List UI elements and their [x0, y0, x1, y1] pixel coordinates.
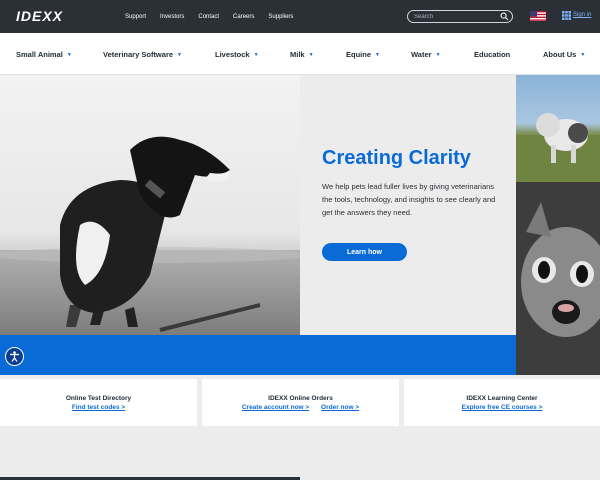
chevron-down-icon: ▼	[435, 52, 441, 59]
quick-links-cards: Online Test Directory Find test codes > …	[0, 379, 600, 426]
top-bar: IDEXX Support Investors Contact Careers …	[0, 0, 600, 33]
card-idexx-learning-center: IDEXX Learning Center Explore free CE co…	[404, 379, 600, 426]
cat-illustration	[516, 182, 600, 375]
nav-water[interactable]: Water ▼	[411, 50, 441, 59]
hero-title: Creating Clarity	[322, 147, 471, 169]
hero-description: We help pets lead fuller lives by giving…	[322, 182, 496, 217]
nav-label: Education	[474, 50, 511, 59]
suppliers-link[interactable]: Suppliers	[268, 14, 293, 20]
main-nav: Small Animal ▼ Veterinary Software ▼ Lives…	[0, 33, 600, 75]
nav-equine[interactable]: Equine ▼	[346, 50, 380, 59]
find-test-codes-link[interactable]: Find test codes >	[72, 404, 125, 411]
footer-area	[0, 426, 600, 480]
hero-blue-band	[0, 335, 516, 375]
chevron-down-icon: ▼	[253, 52, 259, 59]
logo-text: IDEXX	[16, 8, 64, 24]
chevron-down-icon: ▼	[66, 52, 72, 59]
utility-links: Support Investors Contact Careers Suppli…	[118, 0, 300, 33]
us-flag-icon[interactable]	[530, 11, 546, 21]
nav-label: Water	[411, 50, 432, 59]
nav-education[interactable]: Education	[474, 50, 510, 59]
hero-panel: Creating Clarity We help pets lead fulle…	[300, 75, 516, 335]
careers-link[interactable]: Careers	[233, 14, 254, 20]
dog-illustration	[0, 136, 300, 335]
nav-label: Livestock	[215, 50, 250, 59]
card-title: IDEXX Online Orders	[268, 395, 333, 402]
search-icon[interactable]	[500, 12, 509, 21]
nav-about-us[interactable]: About Us ▼	[543, 50, 585, 59]
investors-link[interactable]: Investors	[160, 14, 184, 20]
card-idexx-online-orders: IDEXX Online Orders Create account now >…	[202, 379, 399, 426]
nav-label: Veterinary Software	[103, 50, 174, 59]
sheepdog-illustration	[516, 113, 600, 182]
nav-livestock[interactable]: Livestock ▼	[215, 50, 259, 59]
chevron-down-icon: ▼	[580, 52, 586, 59]
create-account-link[interactable]: Create account now >	[242, 404, 309, 411]
nav-small-animal[interactable]: Small Animal ▼	[16, 50, 72, 59]
card-title: Online Test Directory	[65, 395, 132, 402]
nav-label: Milk	[290, 50, 305, 59]
chevron-down-icon: ▼	[308, 52, 314, 59]
order-now-link[interactable]: Order now >	[321, 404, 359, 411]
contact-link[interactable]: Contact	[198, 14, 219, 20]
apps-grid-icon[interactable]	[562, 11, 571, 20]
search-box	[407, 10, 513, 23]
nav-label: About Us	[543, 50, 577, 59]
card-title: IDEXX Learning Center	[466, 395, 538, 402]
cat-photo	[516, 182, 600, 375]
chevron-down-icon: ▼	[375, 52, 380, 59]
sheepdog-photo	[516, 75, 600, 182]
support-link[interactable]: Support	[125, 14, 146, 20]
hero-dog-photo	[0, 75, 300, 335]
explore-ce-courses-link[interactable]: Explore free CE courses >	[462, 404, 543, 411]
nav-label: Equine	[346, 50, 372, 59]
nav-veterinary-software[interactable]: Veterinary Software ▼	[103, 50, 182, 59]
nav-milk[interactable]: Milk ▼	[290, 50, 314, 59]
chevron-down-icon: ▼	[177, 52, 182, 59]
accessibility-icon	[10, 351, 19, 362]
sign-in-link[interactable]: Sign in	[573, 12, 591, 18]
nav-label: Small Animal	[16, 50, 63, 59]
accessibility-button[interactable]	[5, 347, 24, 366]
learn-how-button[interactable]: Learn how	[322, 243, 407, 261]
card-online-test-directory: Online Test Directory Find test codes >	[0, 379, 197, 426]
search-input[interactable]	[414, 12, 494, 21]
idexx-logo[interactable]: IDEXX	[16, 8, 64, 24]
